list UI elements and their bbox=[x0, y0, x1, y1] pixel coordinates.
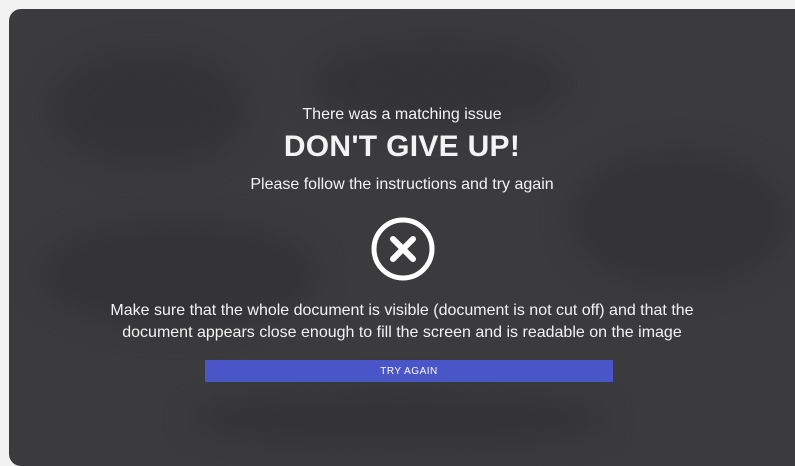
error-hint-line: Make sure that the whole document is vis… bbox=[110, 302, 694, 319]
error-dialog: There was a matching issue DON'T GIVE UP… bbox=[9, 9, 795, 466]
close-circle-icon bbox=[371, 217, 435, 281]
error-instructions: Please follow the instructions and try a… bbox=[250, 176, 554, 193]
error-hint: Make sure that the whole document is vis… bbox=[29, 300, 775, 344]
error-hint-line: document appears close enough to fill th… bbox=[122, 324, 682, 341]
error-headline: DON'T GIVE UP! bbox=[283, 130, 521, 163]
error-subtitle: There was a matching issue bbox=[302, 106, 502, 123]
try-again-button[interactable]: TRY AGAIN bbox=[205, 360, 613, 382]
error-content: There was a matching issue DON'T GIVE UP… bbox=[9, 9, 795, 466]
